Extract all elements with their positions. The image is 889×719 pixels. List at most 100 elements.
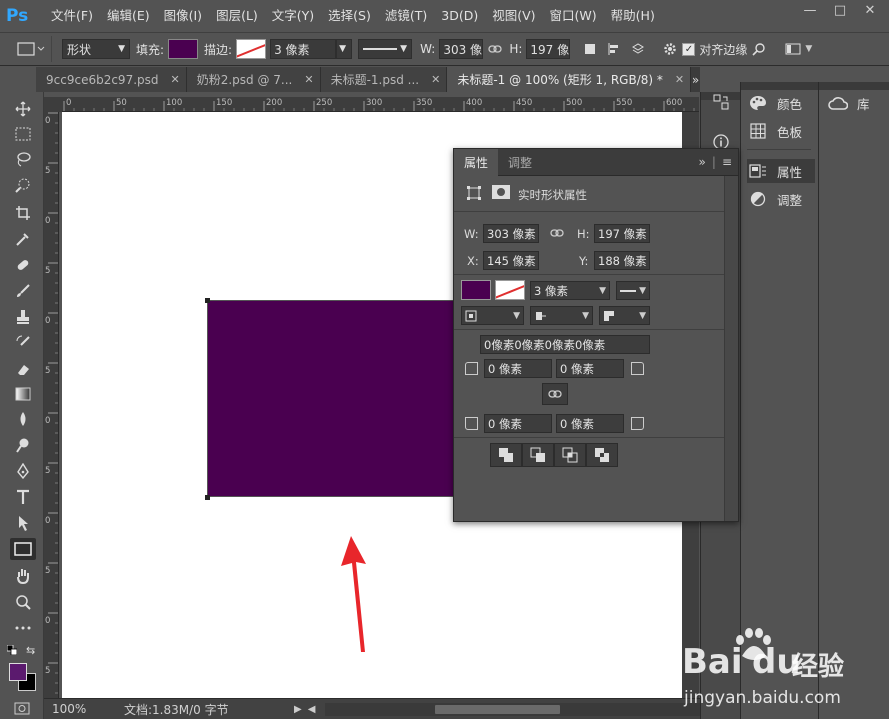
corner-top-left-field[interactable]: 0 像素 — [484, 359, 552, 378]
menu-edit[interactable]: 编辑(E) — [100, 0, 157, 32]
eyedropper-tool-icon[interactable] — [10, 228, 36, 250]
ruler-origin[interactable] — [44, 97, 62, 112]
menu-type[interactable]: 文字(Y) — [265, 0, 321, 32]
exclude-shapes-button[interactable] — [586, 443, 618, 467]
fill-swatch[interactable] — [461, 280, 491, 300]
zoom-level[interactable]: 100% — [44, 702, 94, 716]
menu-layer[interactable]: 图层(L) — [209, 0, 265, 32]
stroke-width-dropdown[interactable]: ▼ — [336, 39, 353, 59]
horizontal-ruler[interactable]: 0 50 100 150 200 250 300 350 400 450 500… — [62, 97, 699, 112]
path-operations-icon[interactable] — [578, 37, 602, 61]
x-field[interactable]: 145 像素 — [483, 251, 539, 270]
properties-scrollbar[interactable] — [724, 176, 738, 521]
workspace-icon[interactable] — [781, 37, 805, 61]
stroke-swatch[interactable] — [495, 280, 525, 300]
clone-stamp-tool-icon[interactable] — [10, 306, 36, 328]
stroke-type-select[interactable]: ▼ — [358, 39, 413, 59]
marquee-tool-icon[interactable] — [10, 123, 36, 145]
corner-bottom-right-field[interactable]: 0 像素 — [556, 414, 624, 433]
rectangle-tool-icon[interactable] — [10, 538, 36, 560]
tab-document-3[interactable]: 未标题-1.psd ... ✕ — [320, 67, 448, 92]
height-field[interactable]: 197 像素 — [594, 224, 650, 243]
healing-brush-tool-icon[interactable] — [10, 254, 36, 276]
subtract-shapes-button[interactable] — [522, 443, 554, 467]
dodge-tool-icon[interactable] — [10, 434, 36, 456]
menu-view[interactable]: 视图(V) — [485, 0, 542, 32]
combine-shapes-button[interactable] — [490, 443, 522, 467]
panel-library[interactable]: 库 — [827, 91, 887, 115]
path-arrangement-icon[interactable] — [626, 37, 650, 61]
stroke-width-input[interactable]: 3 像素 — [270, 39, 337, 59]
tab-properties[interactable]: 属性 — [454, 148, 499, 176]
vertical-ruler[interactable]: 0 5 0 5 0 5 0 5 0 5 0 5 — [44, 112, 59, 698]
link-icon[interactable] — [550, 228, 564, 238]
tool-preset-picker[interactable] — [8, 36, 52, 62]
brush-tool-icon[interactable] — [10, 280, 36, 302]
menu-select[interactable]: 选择(S) — [321, 0, 378, 32]
stroke-align-select[interactable]: ▼ — [461, 306, 524, 325]
quick-selection-tool-icon[interactable] — [10, 174, 36, 196]
type-tool-icon[interactable] — [10, 486, 36, 508]
stroke-width-field[interactable]: 3 像素 ▼ — [530, 281, 610, 300]
stroke-type-field[interactable]: ▼ — [616, 281, 650, 300]
search-icon[interactable] — [747, 37, 771, 61]
menu-image[interactable]: 图像(I) — [157, 0, 209, 32]
more-tools-icon[interactable] — [10, 617, 36, 639]
corner-bottom-left-field[interactable]: 0 像素 — [484, 414, 552, 433]
stroke-swatch[interactable] — [236, 39, 267, 59]
tab-adjustments[interactable]: 调整 — [498, 149, 542, 176]
horizontal-scrollbar[interactable] — [325, 702, 700, 716]
chevron-right-icon[interactable]: ▶ — [294, 704, 302, 715]
hand-tool-icon[interactable] — [10, 565, 36, 587]
move-tool-icon[interactable] — [10, 98, 36, 120]
zoom-tool-icon[interactable] — [10, 591, 36, 613]
chevron-left-icon[interactable]: ◀ — [308, 704, 316, 715]
height-input[interactable]: 197 像素 — [526, 39, 571, 59]
chevron-down-icon[interactable]: ▼ — [805, 44, 812, 54]
link-corners-button[interactable] — [542, 383, 568, 405]
stroke-cap-select[interactable]: ▼ — [530, 306, 593, 325]
link-icon[interactable] — [483, 37, 507, 61]
tab-document-active[interactable]: 未标题-1 @ 100% (矩形 1, RGB/8) * ✕ — [447, 67, 692, 92]
crop-tool-icon[interactable] — [10, 202, 36, 224]
tabs-overflow-button[interactable]: » — [691, 67, 700, 92]
eraser-tool-icon[interactable] — [10, 358, 36, 380]
menu-3d[interactable]: 3D(D) — [434, 0, 485, 32]
menu-window[interactable]: 窗口(W) — [543, 0, 604, 32]
swap-colors-icon[interactable]: ⇆ — [26, 644, 38, 657]
stroke-corner-select[interactable]: ▼ — [599, 306, 650, 325]
close-icon[interactable]: ✕ — [431, 73, 440, 86]
collapse-panel-button[interactable]: » — [699, 155, 706, 169]
gear-icon[interactable] — [658, 37, 682, 61]
align-edges-checkbox[interactable]: ✓ — [682, 42, 696, 56]
close-icon[interactable]: ✕ — [304, 73, 313, 86]
y-field[interactable]: 188 像素 — [594, 251, 650, 270]
tab-document-2[interactable]: 奶粉2.psd @ 7... ✕ — [186, 67, 321, 92]
width-field[interactable]: 303 像素 — [483, 224, 539, 243]
gradient-tool-icon[interactable] — [10, 383, 36, 405]
close-icon[interactable]: ✕ — [171, 73, 180, 86]
scrollbar-thumb[interactable] — [435, 704, 561, 714]
fill-swatch[interactable] — [168, 39, 199, 59]
foreground-color-swatch[interactable] — [9, 663, 27, 681]
panel-color[interactable]: 颜色 — [747, 91, 815, 115]
menu-help[interactable]: 帮助(H) — [604, 0, 662, 32]
path-selection-tool-icon[interactable] — [10, 512, 36, 534]
quick-mask-icon[interactable] — [14, 702, 30, 715]
close-button[interactable]: ✕ — [857, 0, 883, 20]
intersect-shapes-button[interactable] — [554, 443, 586, 467]
path-alignment-icon[interactable] — [602, 37, 626, 61]
panel-swatches[interactable]: 色板 — [747, 119, 815, 143]
transform-handle[interactable] — [205, 495, 210, 500]
history-panel-icon[interactable] — [711, 92, 731, 112]
lasso-tool-icon[interactable] — [10, 148, 36, 170]
tab-document-1[interactable]: 9cc9ce6b2c97.psd ✕ — [36, 67, 187, 92]
menu-filter[interactable]: 滤镜(T) — [378, 0, 434, 32]
minimize-button[interactable]: — — [797, 0, 823, 20]
transform-handle[interactable] — [205, 298, 210, 303]
history-brush-tool-icon[interactable] — [10, 332, 36, 354]
hamburger-menu-icon[interactable]: ≡ — [722, 155, 732, 169]
width-input[interactable]: 303 像素 — [439, 39, 484, 59]
close-icon[interactable]: ✕ — [675, 73, 684, 86]
corner-top-right-field[interactable]: 0 像素 — [556, 359, 624, 378]
